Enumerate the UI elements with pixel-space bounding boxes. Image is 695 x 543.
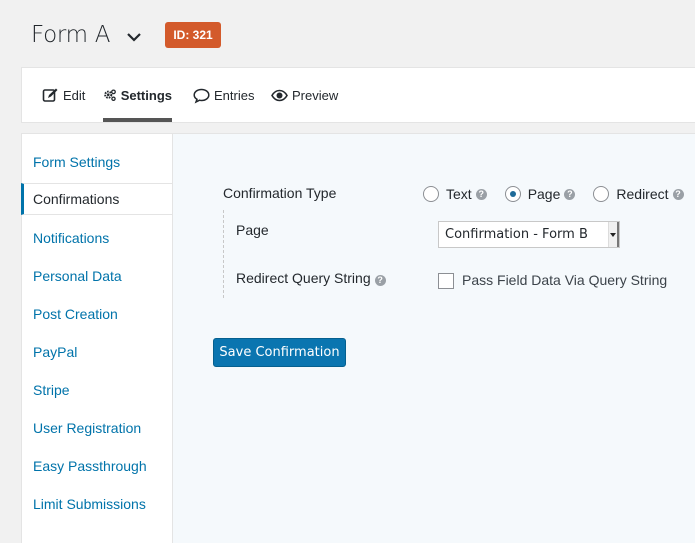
page-select[interactable]: Confirmation - Form B [438, 221, 620, 248]
sidebar-item-easy-passthrough[interactable]: Easy Passthrough [22, 447, 172, 485]
sidebar-item-user-registration[interactable]: User Registration [22, 409, 172, 447]
sidebar-item-form-settings[interactable]: Form Settings [22, 143, 172, 183]
settings-sidebar: Form Settings Confirmations Notification… [21, 133, 173, 543]
confirmation-type-label: Confirmation Type [223, 185, 337, 201]
toolbar-edit-label: Edit [63, 87, 86, 103]
sidebar-item-post-creation[interactable]: Post Creation [22, 295, 172, 333]
toolbar-settings-label: Settings [120, 87, 172, 103]
pass-field-data-label: Pass Field Data Via Query String [462, 272, 668, 288]
toolbar-edit[interactable]: Edit [42, 68, 85, 122]
sidebar-item-notifications[interactable]: Notifications [22, 219, 172, 257]
sidebar-item-paypal[interactable]: PayPal [22, 333, 172, 371]
toolbar-entries-label: Entries [214, 87, 255, 103]
gear-icon [104, 88, 116, 101]
redirect-query-label-text: Redirect Query String [236, 270, 371, 286]
radio-text[interactable]: Text ? [423, 186, 487, 202]
edit-icon [42, 88, 58, 102]
radio-page[interactable]: Page ? [504, 186, 576, 202]
radio-page-input[interactable] [504, 186, 521, 202]
redirect-query-label: Redirect Query String? [236, 270, 386, 286]
sidebar-item-confirmations[interactable]: Confirmations [21, 183, 172, 215]
help-icon[interactable]: ? [475, 188, 487, 200]
comment-icon [193, 88, 210, 104]
toolbar-preview-label: Preview [292, 87, 339, 103]
pass-field-data-row: Pass Field Data Via Query String [438, 271, 667, 289]
toolbar-preview[interactable]: Preview [271, 68, 338, 122]
sidebar-item-personal-data[interactable]: Personal Data [22, 257, 172, 295]
radio-text-label: Text [446, 186, 472, 202]
radio-redirect-input[interactable] [593, 186, 610, 202]
help-icon[interactable]: ? [374, 275, 386, 286]
page-select-value: Confirmation - Form B [445, 227, 588, 242]
radio-redirect-label: Redirect [616, 186, 669, 202]
radio-redirect[interactable]: Redirect ? [593, 186, 684, 202]
dropdown-arrow-icon[interactable] [608, 222, 619, 247]
chevron-down-icon[interactable] [126, 29, 142, 45]
confirmation-panel: Confirmation Type Text ? Page ? Redirect… [173, 133, 695, 543]
help-icon[interactable]: ? [672, 188, 684, 200]
help-icon[interactable]: ? [564, 188, 576, 200]
confirmation-type-radios: Text ? Page ? Redirect ? [423, 186, 695, 202]
radio-text-input[interactable] [423, 186, 439, 202]
form-title: Form A [31, 22, 111, 48]
pass-field-data-checkbox[interactable] [438, 273, 454, 289]
form-id-badge: ID: 321 [165, 22, 221, 48]
save-confirmation-button[interactable]: Save Confirmation [213, 338, 346, 367]
indent-divider [223, 210, 224, 298]
eye-icon [271, 89, 288, 101]
page-label: Page [236, 222, 269, 238]
radio-page-label: Page [527, 186, 561, 202]
toolbar-entries[interactable]: Entries [193, 68, 254, 122]
form-header: Form A [31, 20, 142, 50]
toolbar-settings[interactable]: Settings [103, 68, 172, 122]
sidebar-item-stripe[interactable]: Stripe [22, 371, 172, 409]
form-toolbar: Edit Settings Entries Preview [21, 67, 695, 123]
sidebar-item-limit-submissions[interactable]: Limit Submissions [22, 485, 172, 523]
